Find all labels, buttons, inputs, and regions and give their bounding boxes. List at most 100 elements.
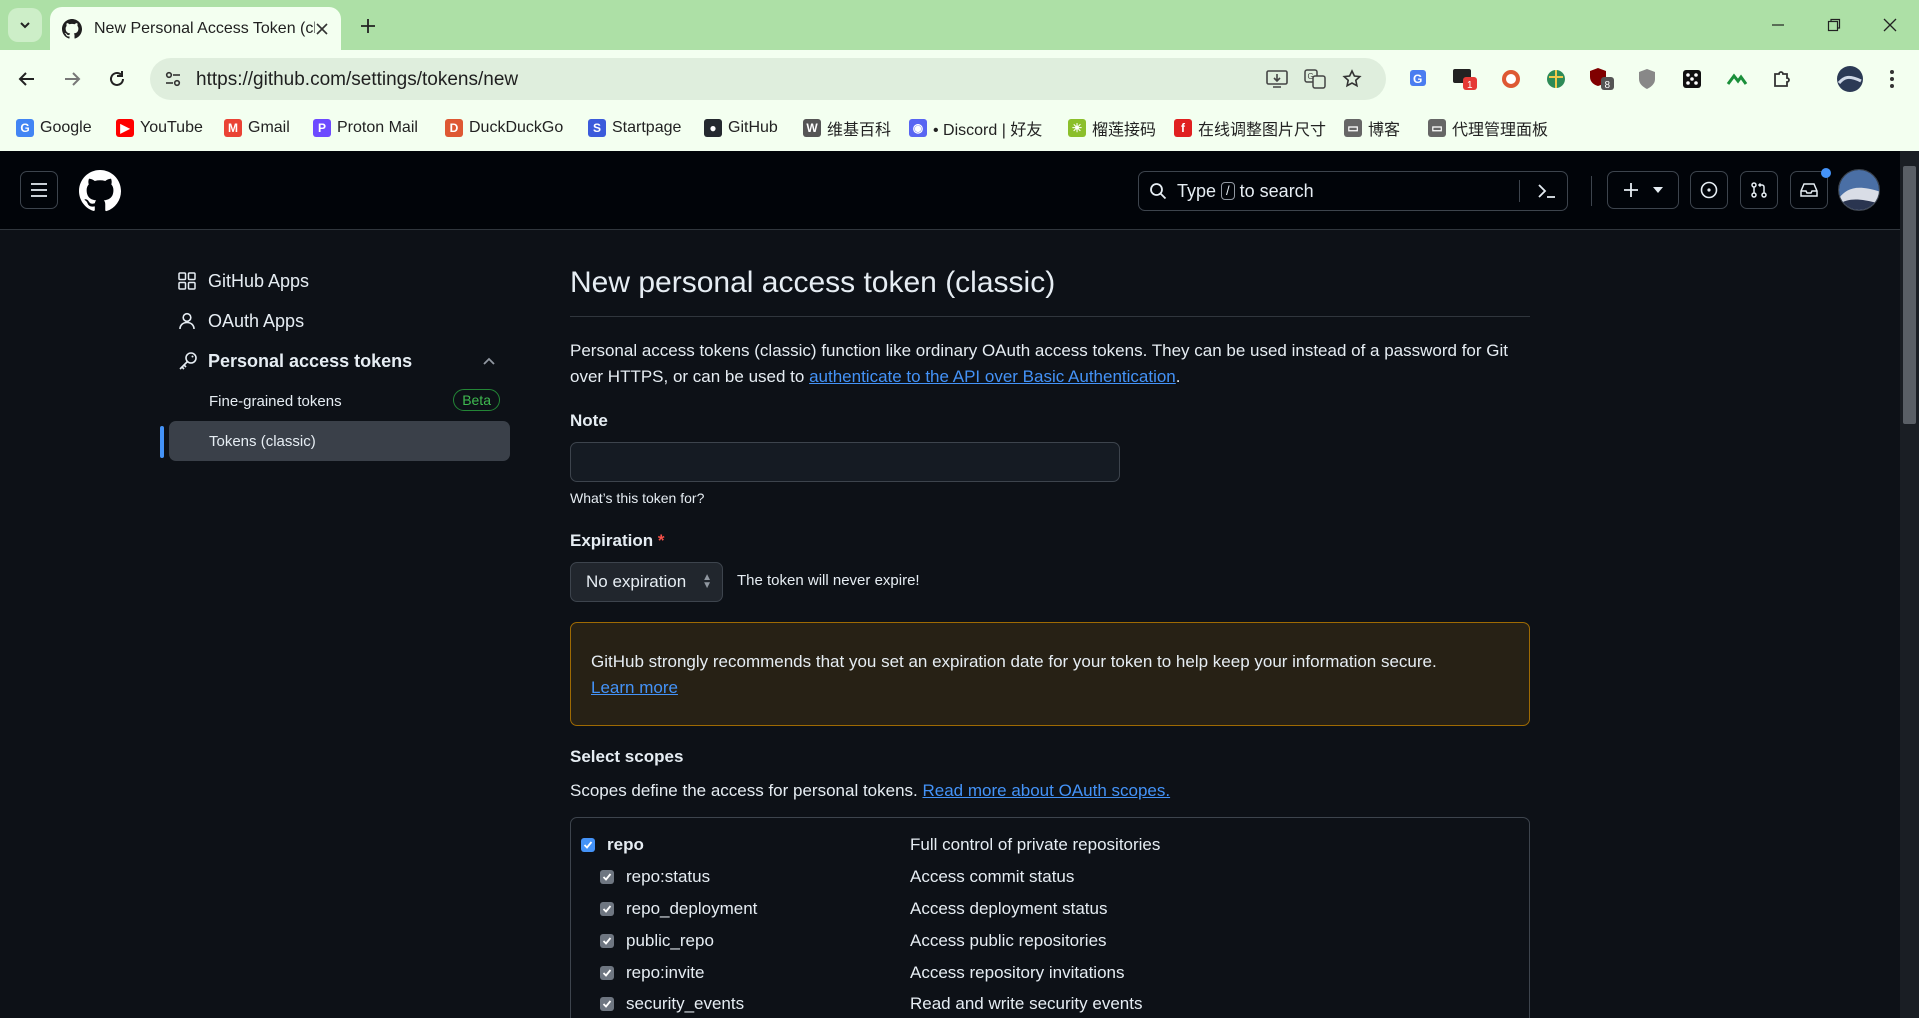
ublock-ext-icon[interactable]: 8 bbox=[1587, 64, 1617, 94]
scope-name: public_repo bbox=[626, 931, 714, 950]
tab-search-button[interactable] bbox=[8, 8, 42, 42]
scope-row[interactable]: repo:status bbox=[600, 865, 710, 889]
bookmark-favicon-icon: ▶ bbox=[116, 119, 134, 137]
intro-paragraph: Personal access tokens (classic) functio… bbox=[570, 338, 1530, 390]
minimize-button[interactable] bbox=[1750, 0, 1806, 50]
issues-button[interactable] bbox=[1690, 171, 1728, 209]
reload-button[interactable] bbox=[100, 62, 134, 96]
scope-row[interactable]: repo_deployment bbox=[600, 897, 757, 921]
bookmark-item[interactable]: D DuckDuckGo bbox=[445, 116, 563, 140]
sidebar-item-fine-grained-tokens[interactable]: Fine-grained tokens Beta bbox=[169, 381, 510, 421]
bookmark-favicon-icon: G bbox=[16, 119, 34, 137]
search-prefix: Type bbox=[1177, 180, 1217, 201]
command-palette-icon[interactable] bbox=[1537, 182, 1557, 200]
sidebar-item-tokens-classic[interactable]: Tokens (classic) bbox=[169, 421, 510, 461]
shield-ext-icon[interactable] bbox=[1632, 64, 1662, 94]
bookmark-item[interactable]: f 在线调整图片尺寸 bbox=[1174, 116, 1326, 140]
bookmark-label: Google bbox=[40, 119, 92, 136]
bookmark-label: 维基百科 bbox=[827, 122, 892, 139]
notifications-button[interactable] bbox=[1790, 168, 1831, 209]
mail-ext-icon[interactable]: 1 bbox=[1450, 64, 1480, 94]
bookmark-item[interactable]: G Google bbox=[16, 116, 92, 140]
scrollbar-thumb[interactable] bbox=[1903, 166, 1916, 424]
sidebar-item-label: Fine-grained tokens bbox=[209, 392, 342, 410]
duckduckgo-ext-icon[interactable] bbox=[1496, 64, 1526, 94]
install-app-icon[interactable] bbox=[1265, 67, 1289, 91]
restore-button[interactable] bbox=[1806, 0, 1862, 50]
expiration-value: No expiration bbox=[586, 572, 687, 591]
bookmark-item[interactable]: ▶ YouTube bbox=[116, 116, 203, 140]
scope-checkbox[interactable] bbox=[600, 870, 614, 884]
person-icon bbox=[178, 312, 198, 330]
sidebar-item-oauth-apps[interactable]: OAuth Apps bbox=[178, 305, 304, 337]
tune-icon bbox=[165, 71, 181, 87]
header-divider bbox=[1591, 176, 1592, 206]
basic-auth-link[interactable]: authenticate to the API over Basic Authe… bbox=[809, 367, 1176, 386]
oauth-scopes-link[interactable]: Read more about OAuth scopes. bbox=[923, 781, 1171, 800]
expiration-note: The token will never expire! bbox=[737, 572, 920, 589]
sidebar-item-label: OAuth Apps bbox=[208, 310, 305, 331]
bookmark-favicon-icon: M bbox=[224, 119, 242, 137]
expiration-select[interactable]: No expiration ▲ ▼ bbox=[570, 562, 723, 602]
chevron-down-icon bbox=[20, 22, 30, 29]
expiration-label: Expiration * bbox=[570, 531, 664, 551]
scope-row[interactable]: repo:invite bbox=[600, 961, 704, 985]
scope-checkbox[interactable] bbox=[600, 902, 614, 916]
browser-menu-button[interactable] bbox=[1877, 64, 1907, 94]
translate-ext-icon[interactable]: G bbox=[1404, 64, 1434, 94]
scope-row[interactable]: public_repo bbox=[600, 929, 714, 953]
pull-requests-button[interactable] bbox=[1740, 171, 1778, 209]
bookmark-item[interactable]: ● GitHub bbox=[704, 116, 778, 140]
note-field[interactable] bbox=[570, 442, 1120, 482]
page-title: New personal access token (classic) bbox=[570, 266, 1056, 299]
global-nav-menu-button[interactable] bbox=[20, 171, 58, 209]
bookmark-item[interactable]: S Startpage bbox=[588, 116, 681, 140]
site-info-button[interactable] bbox=[158, 64, 188, 94]
check-icon bbox=[602, 969, 612, 977]
github-logo[interactable] bbox=[79, 170, 122, 212]
scope-checkbox[interactable] bbox=[581, 838, 595, 852]
search-shortcut-key: / bbox=[1221, 182, 1235, 200]
url-text[interactable]: https://github.com/settings/tokens/new bbox=[196, 69, 518, 91]
chevron-up-icon[interactable] bbox=[481, 353, 499, 371]
tampermonkey-ext-icon[interactable] bbox=[1722, 64, 1752, 94]
translate-icon[interactable]: G bbox=[1303, 67, 1327, 91]
issue-opened-icon bbox=[1700, 181, 1718, 199]
bookmark-item[interactable]: M Gmail bbox=[224, 116, 290, 140]
bookmark-item[interactable]: ☀ 榴莲接码 bbox=[1068, 116, 1156, 140]
create-new-button[interactable] bbox=[1607, 171, 1679, 209]
note-hint: What’s this token for? bbox=[570, 490, 705, 506]
scope-row[interactable]: repo bbox=[581, 833, 644, 857]
forward-button[interactable] bbox=[55, 62, 89, 96]
check-icon bbox=[602, 937, 612, 945]
address-bar[interactable]: https://github.com/settings/tokens/new G bbox=[150, 58, 1386, 100]
back-button[interactable] bbox=[10, 62, 44, 96]
check-icon bbox=[583, 841, 593, 849]
sidebar-item-personal-access-tokens[interactable]: Personal access tokens bbox=[178, 345, 412, 377]
bookmark-item[interactable]: W 维基百科 bbox=[803, 116, 891, 140]
learn-more-link[interactable]: Learn more bbox=[591, 678, 678, 697]
globe-ext-icon[interactable] bbox=[1541, 64, 1571, 94]
bookmark-item[interactable]: ◉ • Discord | 好友 bbox=[909, 116, 1042, 140]
scope-checkbox[interactable] bbox=[600, 966, 614, 980]
note-label: Note bbox=[570, 411, 608, 430]
bookmark-item[interactable]: ▭ 博客 bbox=[1344, 116, 1400, 140]
scope-checkbox[interactable] bbox=[600, 934, 614, 948]
bookmark-star-icon[interactable] bbox=[1340, 67, 1364, 91]
puzzle-ext-icon[interactable] bbox=[1767, 64, 1797, 94]
user-avatar[interactable] bbox=[1838, 169, 1880, 211]
dice-ext-icon[interactable] bbox=[1677, 64, 1707, 94]
bookmark-item[interactable]: P Proton Mail bbox=[313, 116, 418, 140]
scope-row[interactable]: security_events bbox=[600, 992, 744, 1016]
github-mark-icon bbox=[79, 170, 122, 212]
profile-avatar[interactable] bbox=[1833, 62, 1867, 96]
new-tab-button[interactable] bbox=[352, 10, 384, 42]
close-tab-icon[interactable] bbox=[315, 22, 329, 36]
bookmark-item[interactable]: ▭ 代理管理面板 bbox=[1428, 116, 1548, 140]
search-input[interactable]: Type / to search bbox=[1138, 171, 1568, 211]
close-window-button[interactable] bbox=[1862, 0, 1918, 50]
active-tab[interactable]: New Personal Access Token (classic) bbox=[50, 7, 341, 50]
sidebar-item-github-apps[interactable]: GitHub Apps bbox=[178, 265, 309, 297]
scope-checkbox[interactable] bbox=[600, 997, 614, 1011]
bookmark-favicon-icon: P bbox=[313, 119, 331, 137]
